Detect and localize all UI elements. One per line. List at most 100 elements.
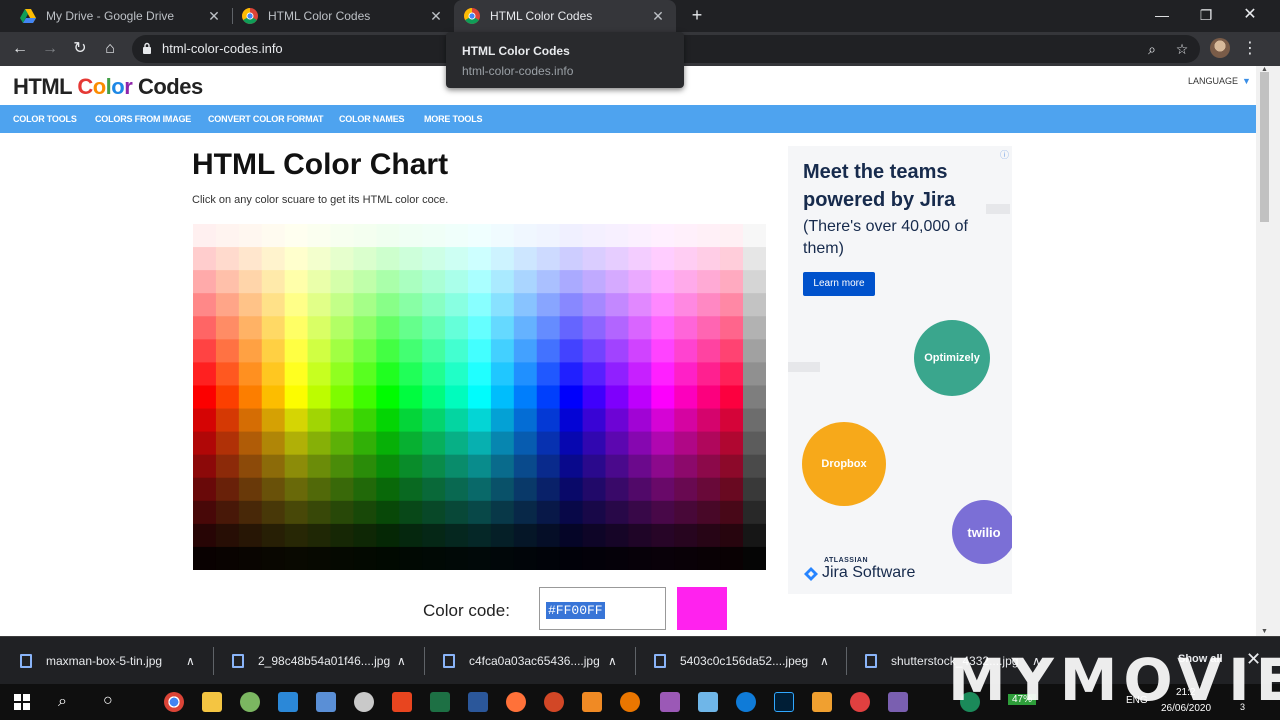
color-cell[interactable]	[582, 385, 606, 410]
color-cell[interactable]	[399, 385, 423, 410]
color-cell[interactable]	[445, 500, 469, 525]
color-cell[interactable]	[376, 270, 400, 294]
nav-color-names[interactable]: COLOR NAMES	[339, 114, 405, 124]
color-cell[interactable]	[674, 339, 698, 363]
color-cell[interactable]	[215, 224, 240, 248]
color-cell[interactable]	[399, 316, 423, 340]
color-cell[interactable]	[490, 339, 515, 363]
color-cell[interactable]	[261, 224, 286, 248]
download-item[interactable]: 2_98c48b54a01f46....jpg	[232, 637, 390, 685]
color-cell[interactable]	[261, 385, 286, 410]
color-cell[interactable]	[468, 500, 492, 525]
color-cell[interactable]	[193, 316, 217, 340]
color-cell[interactable]	[582, 224, 606, 248]
color-cell[interactable]	[720, 293, 744, 317]
download-item[interactable]: c4fca0a03ac65436....jpg	[443, 637, 600, 685]
color-cell[interactable]	[468, 477, 492, 502]
site-logo[interactable]: HTML Color Codes	[13, 74, 203, 100]
color-cell[interactable]	[193, 500, 217, 525]
color-cell[interactable]	[215, 293, 240, 317]
color-cell[interactable]	[193, 270, 217, 294]
color-cell[interactable]	[284, 293, 309, 317]
color-cell[interactable]	[261, 316, 286, 340]
color-cell[interactable]	[697, 224, 721, 248]
color-cell[interactable]	[468, 362, 492, 386]
color-cell[interactable]	[513, 316, 538, 340]
color-cell[interactable]	[330, 293, 354, 317]
color-cell[interactable]	[582, 270, 606, 294]
color-cell[interactable]	[605, 270, 629, 294]
color-cell[interactable]	[261, 339, 286, 363]
color-cell[interactable]	[720, 385, 744, 410]
color-cell[interactable]	[445, 293, 469, 317]
color-cell[interactable]	[193, 293, 217, 317]
color-cell[interactable]	[490, 546, 515, 570]
color-cell[interactable]	[238, 224, 263, 248]
color-cell[interactable]	[215, 339, 240, 363]
color-cell[interactable]	[284, 523, 309, 548]
color-cell[interactable]	[376, 454, 400, 479]
color-cell[interactable]	[490, 454, 515, 479]
gray-cell[interactable]	[743, 500, 766, 525]
color-cell[interactable]	[605, 293, 629, 317]
color-cell[interactable]	[307, 270, 331, 294]
color-cell[interactable]	[674, 270, 698, 294]
color-cell[interactable]	[238, 523, 263, 548]
color-cell[interactable]	[582, 500, 606, 525]
color-cell[interactable]	[559, 247, 584, 271]
color-cell[interactable]	[307, 500, 331, 525]
color-cell[interactable]	[330, 224, 354, 248]
ad-info-icon[interactable]: ⓘ	[1000, 148, 1010, 160]
color-cell[interactable]	[353, 523, 377, 548]
gray-cell[interactable]	[743, 385, 766, 410]
color-cell[interactable]	[238, 477, 263, 502]
color-cell[interactable]	[399, 477, 423, 502]
app-taskbar-icon[interactable]	[316, 692, 336, 712]
color-cell[interactable]	[513, 500, 538, 525]
download-item[interactable]: 5403c0c156da52....jpeg	[654, 637, 808, 685]
color-cell[interactable]	[307, 546, 331, 570]
color-cell[interactable]	[307, 339, 331, 363]
app-taskbar-icon[interactable]	[698, 692, 718, 712]
color-cell[interactable]	[399, 523, 423, 548]
color-cell[interactable]	[261, 500, 286, 525]
color-cell[interactable]	[559, 523, 584, 548]
color-cell[interactable]	[605, 500, 629, 525]
color-cell[interactable]	[353, 431, 377, 456]
color-cell[interactable]	[284, 431, 309, 456]
color-cell[interactable]	[353, 316, 377, 340]
color-cell[interactable]	[605, 546, 629, 570]
minimize-button[interactable]: —	[1140, 0, 1184, 32]
color-cell[interactable]	[536, 385, 561, 410]
color-cell[interactable]	[445, 477, 469, 502]
color-cell[interactable]	[674, 293, 698, 317]
color-cell[interactable]	[353, 454, 377, 479]
color-cell[interactable]	[307, 224, 331, 248]
color-cell[interactable]	[697, 477, 721, 502]
color-cell[interactable]	[628, 247, 652, 271]
color-cell[interactable]	[720, 408, 744, 433]
color-cell[interactable]	[330, 477, 354, 502]
color-cell[interactable]	[261, 546, 286, 570]
color-cell[interactable]	[422, 293, 446, 317]
close-tab-icon[interactable]: ✕	[428, 8, 444, 25]
edge-icon[interactable]	[736, 692, 756, 712]
gray-cell[interactable]	[743, 247, 766, 271]
color-cell[interactable]	[628, 339, 652, 363]
color-cell[interactable]	[238, 362, 263, 386]
chevron-up-icon[interactable]: ∧	[397, 637, 406, 685]
color-cell[interactable]	[651, 293, 675, 317]
color-cell[interactable]	[261, 454, 286, 479]
color-cell[interactable]	[513, 431, 538, 456]
color-cell[interactable]	[307, 431, 331, 456]
color-cell[interactable]	[330, 316, 354, 340]
color-cell[interactable]	[651, 247, 675, 271]
color-cell[interactable]	[445, 454, 469, 479]
color-cell[interactable]	[559, 477, 584, 502]
color-cell[interactable]	[422, 546, 446, 570]
color-cell[interactable]	[628, 477, 652, 502]
gray-cell[interactable]	[743, 454, 766, 479]
color-cell[interactable]	[261, 247, 286, 271]
color-cell[interactable]	[193, 431, 217, 456]
color-cell[interactable]	[490, 500, 515, 525]
